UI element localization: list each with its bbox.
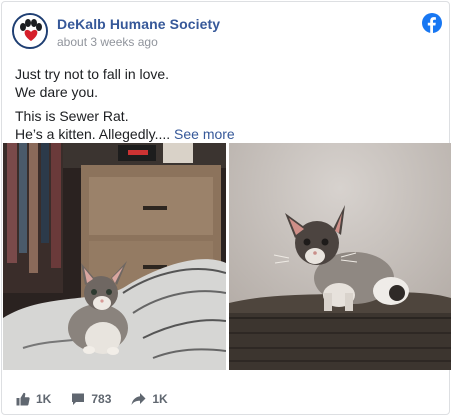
post-line-1: Just try not to fall in love. xyxy=(15,66,170,82)
thumbs-up-icon xyxy=(16,392,30,406)
share-stat[interactable]: 1K xyxy=(131,392,168,406)
share-count: 1K xyxy=(152,392,168,406)
kitten-photo-right[interactable] xyxy=(229,143,451,370)
page-name-link[interactable]: DeKalb Humane Society xyxy=(57,16,220,32)
post-body: Just try not to fall in love. We dare yo… xyxy=(15,65,435,149)
paw-logo-icon xyxy=(14,15,46,47)
comment-icon xyxy=(72,393,85,405)
kitten-photo-left[interactable] xyxy=(3,143,226,370)
post-timestamp[interactable]: about 3 weeks ago xyxy=(57,35,158,49)
post-header: DeKalb Humane Society about 3 weeks ago xyxy=(12,13,442,51)
like-count: 1K xyxy=(36,392,52,406)
share-arrow-icon xyxy=(131,393,146,405)
comment-count: 783 xyxy=(91,392,112,406)
post-line-2: We dare you. xyxy=(15,84,99,100)
facebook-post-card: DeKalb Humane Society about 3 weeks ago … xyxy=(1,1,451,415)
post-stats-bar: 1K 783 1K xyxy=(16,389,188,409)
see-more-link[interactable]: See more xyxy=(174,126,235,142)
post-line-3: This is Sewer Rat. xyxy=(15,108,129,124)
kitten-on-couch-image xyxy=(229,143,451,370)
kitten-on-bed-image xyxy=(3,143,226,370)
facebook-icon[interactable] xyxy=(422,13,442,33)
comment-stat[interactable]: 783 xyxy=(71,392,111,406)
like-stat[interactable]: 1K xyxy=(16,392,51,406)
post-line-4: He’s a kitten. Allegedly.... xyxy=(15,126,171,142)
page-avatar[interactable] xyxy=(12,13,48,49)
